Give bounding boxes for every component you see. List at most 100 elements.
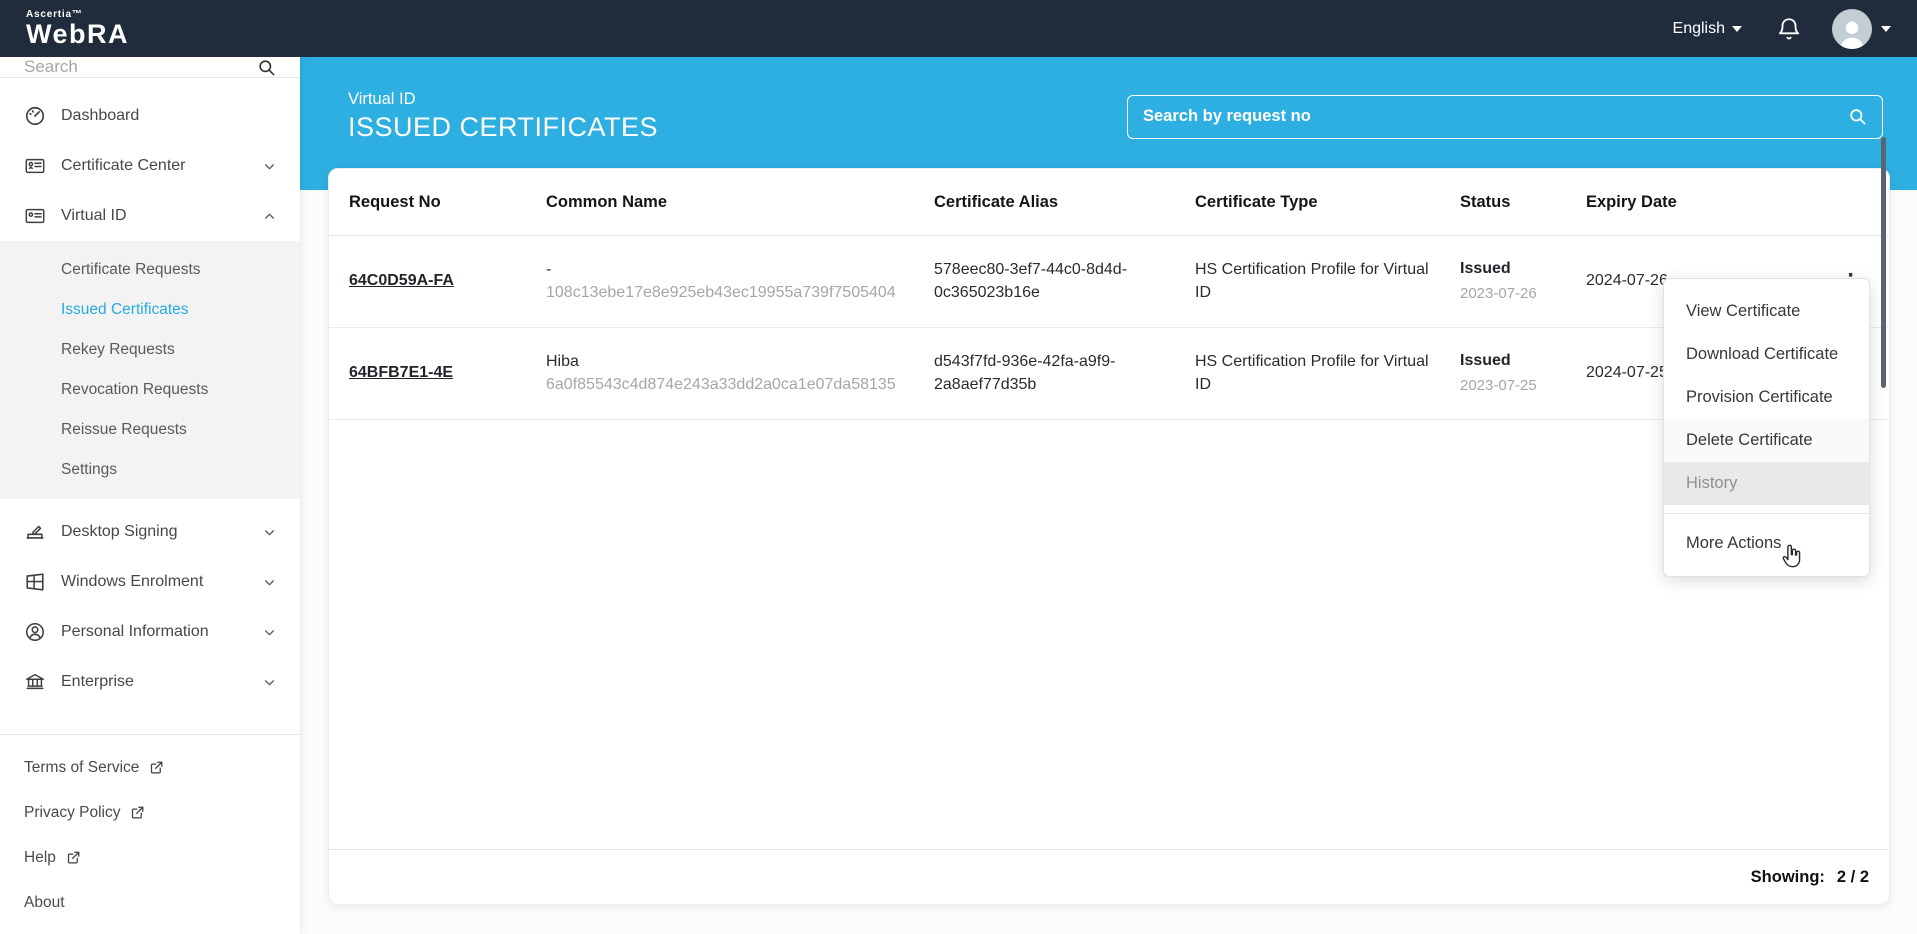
table-row: 64C0D59A-FA - 108c13ebe17e8e925eb43ec199…: [329, 236, 1889, 328]
page-title: ISSUED CERTIFICATES: [348, 112, 658, 143]
table-footer: Showing: 2 / 2: [329, 849, 1889, 904]
sidebar-item-label: Windows Enrolment: [61, 573, 203, 591]
search-icon[interactable]: [257, 58, 276, 77]
column-header-status: Status: [1460, 193, 1586, 212]
user-menu[interactable]: [1832, 9, 1891, 49]
menu-divider: [1664, 513, 1869, 514]
link-label: Terms of Service: [24, 759, 139, 777]
certificate-type-cell: HS Certification Profile for Virtual ID: [1195, 245, 1460, 318]
sidebar-item-windows-enrolment[interactable]: Windows Enrolment: [0, 557, 300, 607]
common-name-id: 108c13ebe17e8e925eb43ec19955a739f7505404: [546, 282, 904, 305]
sidebar-item-label: Enterprise: [61, 673, 134, 691]
language-label: English: [1673, 20, 1725, 38]
vertical-scrollbar-thumb[interactable]: [1881, 137, 1886, 388]
certificate-card-icon: [24, 155, 46, 177]
chevron-down-icon: [263, 160, 276, 173]
menu-item-more-actions[interactable]: More Actions: [1664, 522, 1869, 565]
status-date: 2023-07-26: [1460, 283, 1556, 304]
common-name-cell: - 108c13ebe17e8e925eb43ec19955a739f75054…: [546, 245, 934, 318]
sidebar-item-certificate-center[interactable]: Certificate Center: [0, 141, 300, 191]
column-header-certificate-type: Certificate Type: [1195, 193, 1460, 212]
chevron-down-icon: [1732, 26, 1742, 32]
virtual-id-submenu: Certificate Requests Issued Certificates…: [0, 241, 300, 499]
sidebar-item-label: Desktop Signing: [61, 523, 178, 541]
sidebar-item-dashboard[interactable]: Dashboard: [0, 91, 300, 141]
sidebar-item-label: Virtual ID: [61, 207, 127, 225]
request-search-input[interactable]: [1143, 107, 1848, 126]
certificate-alias-cell: 578eec80-3ef7-44c0-8d4d-0c365023b16e: [934, 245, 1195, 318]
chevron-up-icon: [263, 210, 276, 223]
column-header-expiry-date: Expiry Date: [1586, 193, 1841, 212]
sidebar-item-personal-information[interactable]: Personal Information: [0, 607, 300, 657]
menu-item-history[interactable]: History: [1664, 462, 1869, 505]
person-circle-icon: [24, 621, 46, 643]
certificate-type-cell: HS Certification Profile for Virtual ID: [1195, 337, 1460, 410]
link-about[interactable]: About: [0, 880, 300, 925]
external-link-icon: [66, 850, 81, 865]
request-no-link[interactable]: 64BFB7E1-4E: [349, 364, 453, 381]
submenu-item-rekey-requests[interactable]: Rekey Requests: [0, 330, 300, 370]
external-link-icon: [130, 805, 145, 820]
status-badge: Issued: [1460, 258, 1556, 281]
avatar: [1832, 9, 1872, 49]
menu-item-view-certificate[interactable]: View Certificate: [1664, 290, 1869, 333]
column-header-request-no: Request No: [349, 193, 546, 212]
language-selector[interactable]: English: [1673, 20, 1742, 38]
submenu-item-issued-certificates[interactable]: Issued Certificates: [0, 290, 300, 330]
submenu-item-reissue-requests[interactable]: Reissue Requests: [0, 410, 300, 450]
person-silhouette-icon: [1835, 15, 1869, 49]
status-badge: Issued: [1460, 350, 1556, 373]
chevron-down-icon: [263, 676, 276, 689]
common-name: Hiba: [546, 351, 904, 374]
sidebar-search-input[interactable]: [24, 57, 247, 77]
status-cell: Issued 2023-07-25: [1460, 336, 1586, 410]
virtual-id-icon: [24, 205, 46, 227]
top-navbar: Ascertia™ WebRA English: [0, 0, 1917, 57]
app-shell: Dashboard Certificate Center Virtual ID: [0, 57, 1917, 934]
dashboard-icon: [24, 105, 46, 127]
page-titles: Virtual ID ISSUED CERTIFICATES: [348, 90, 658, 143]
link-label: Privacy Policy: [24, 804, 120, 822]
chevron-down-icon: [263, 576, 276, 589]
link-terms-of-service[interactable]: Terms of Service: [0, 745, 300, 790]
request-search-box: [1127, 95, 1883, 139]
common-name-cell: Hiba 6a0f85543c4d874e243a33dd2a0ca1e07da…: [546, 337, 934, 410]
windows-icon: [24, 571, 46, 593]
sidebar-item-enterprise[interactable]: Enterprise: [0, 657, 300, 707]
link-help[interactable]: Help: [0, 835, 300, 880]
menu-item-delete-certificate[interactable]: Delete Certificate: [1664, 419, 1869, 462]
request-no-link[interactable]: 64C0D59A-FA: [349, 272, 454, 289]
sidebar-search: [0, 57, 300, 78]
issued-certificates-card: Request No Common Name Certificate Alias…: [328, 168, 1890, 905]
bank-icon: [24, 671, 46, 693]
sidebar-item-desktop-signing[interactable]: Desktop Signing: [0, 507, 300, 557]
showing-label: Showing:: [1751, 868, 1825, 887]
sidebar-item-label: Certificate Center: [61, 157, 186, 175]
certificate-alias-cell: d543f7fd-936e-42fa-a9f9-2a8aef77d35b: [934, 337, 1195, 410]
sidebar-item-label: Personal Information: [61, 623, 209, 641]
notifications-button[interactable]: [1776, 16, 1802, 42]
submenu-item-settings[interactable]: Settings: [0, 450, 300, 490]
app-logo[interactable]: Ascertia™ WebRA: [26, 10, 129, 48]
submenu-item-certificate-requests[interactable]: Certificate Requests: [0, 250, 300, 290]
sidebar: Dashboard Certificate Center Virtual ID: [0, 57, 300, 934]
common-name: -: [546, 259, 904, 282]
column-header-certificate-alias: Certificate Alias: [934, 193, 1195, 212]
brand-name: Ascertia™: [26, 10, 129, 20]
external-link-icon: [149, 760, 164, 775]
submenu-item-revocation-requests[interactable]: Revocation Requests: [0, 370, 300, 410]
status-cell: Issued 2023-07-26: [1460, 244, 1586, 318]
breadcrumb: Virtual ID: [348, 90, 658, 109]
chevron-down-icon: [263, 626, 276, 639]
table-row: 64BFB7E1-4E Hiba 6a0f85543c4d874e243a33d…: [329, 328, 1889, 420]
search-icon[interactable]: [1848, 107, 1867, 126]
bell-icon: [1776, 16, 1802, 42]
link-privacy-policy[interactable]: Privacy Policy: [0, 790, 300, 835]
menu-item-provision-certificate[interactable]: Provision Certificate: [1664, 376, 1869, 419]
sidebar-nav: Dashboard Certificate Center Virtual ID: [0, 78, 300, 707]
sidebar-item-label: Dashboard: [61, 107, 139, 125]
sidebar-item-virtual-id[interactable]: Virtual ID: [0, 191, 300, 241]
link-label: Help: [24, 849, 56, 867]
link-label: About: [24, 894, 65, 912]
menu-item-download-certificate[interactable]: Download Certificate: [1664, 333, 1869, 376]
